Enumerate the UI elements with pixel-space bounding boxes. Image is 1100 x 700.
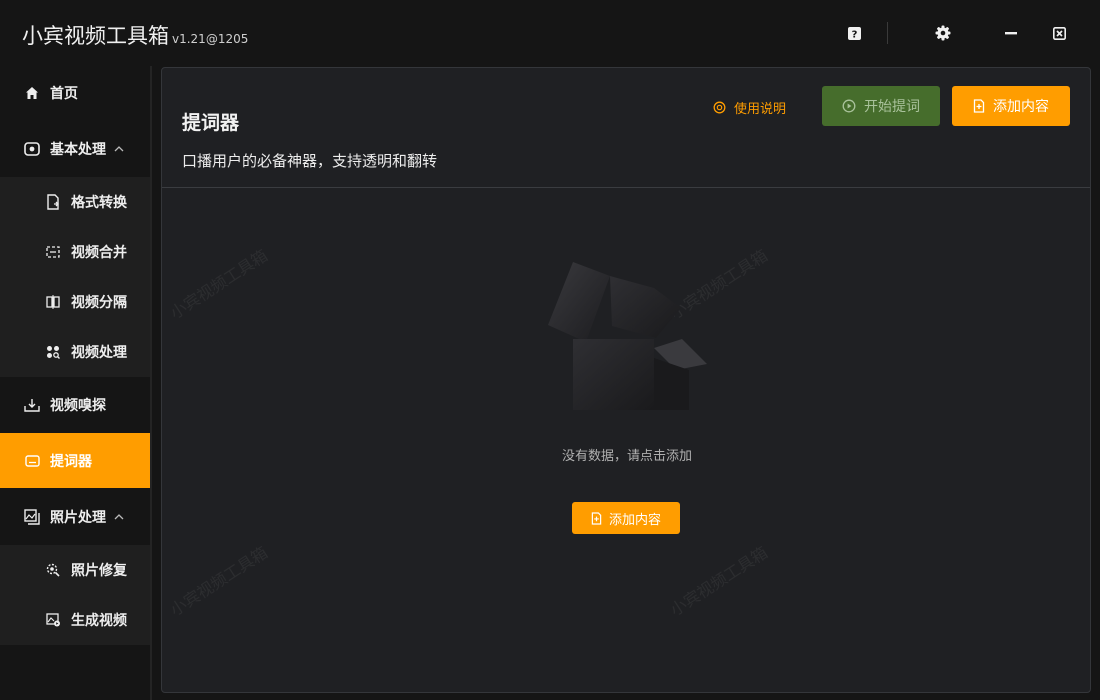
sidebar-item-format-convert[interactable]: 格式转换	[0, 177, 150, 227]
sidebar-item-photo-repair[interactable]: 照片修复	[0, 545, 150, 595]
sidebar-item-label: 视频嗅探	[50, 398, 106, 414]
sidebar-item-video-process[interactable]: 视频处理	[0, 327, 150, 377]
start-prompt-button[interactable]: 开始提词	[822, 86, 940, 126]
generate-video-icon	[45, 612, 61, 628]
watermark: 小宾视频工具箱	[166, 542, 271, 620]
split-icon	[45, 294, 61, 310]
svg-text:?: ?	[851, 29, 857, 40]
sidebar-item-label: 格式转换	[71, 195, 127, 211]
app-name: 小宾视频工具箱	[22, 24, 169, 48]
start-prompt-label: 开始提词	[864, 99, 920, 115]
sidebar-item-label: 视频分隔	[71, 295, 127, 311]
sidebar-divider	[150, 66, 152, 700]
minimize-icon	[1005, 32, 1017, 35]
sidebar-item-label: 生成视频	[71, 613, 127, 629]
page-subtitle: 口播用户的必备神器，支持透明和翻转	[182, 152, 438, 170]
sidebar-item-home[interactable]: 首页	[0, 66, 150, 120]
help-circle-icon	[713, 101, 726, 114]
sidebar-group-photo[interactable]: 照片处理	[0, 490, 150, 544]
sidebar-item-video-split[interactable]: 视频分隔	[0, 277, 150, 327]
close-button[interactable]	[1050, 24, 1068, 42]
header-divider	[162, 187, 1090, 188]
sidebar-item-label: 基本处理	[50, 142, 106, 158]
add-content-button[interactable]: 添加内容	[952, 86, 1070, 126]
sidebar-item-label: 提词器	[50, 453, 92, 470]
titlebar-separator	[887, 22, 888, 44]
sidebar-item-teleprompter[interactable]: 提词器	[0, 433, 150, 488]
help-link[interactable]: 使用说明	[713, 98, 786, 117]
sidebar-item-label: 视频处理	[71, 345, 127, 361]
add-content-center-label: 添加内容	[608, 512, 661, 528]
photo-icon	[24, 509, 40, 525]
file-convert-icon	[45, 194, 61, 210]
sidebar-group-basic[interactable]: 基本处理	[0, 122, 150, 176]
title-bar: 小宾视频工具箱 v1.21@1205 ?	[0, 0, 1100, 66]
settings-button[interactable]	[934, 24, 952, 42]
watermark: 小宾视频工具箱	[166, 245, 271, 323]
play-circle-icon	[842, 99, 856, 113]
sidebar-item-video-merge[interactable]: 视频合并	[0, 227, 150, 277]
sidebar-item-generate-video[interactable]: 生成视频	[0, 595, 150, 645]
gear-icon	[935, 25, 951, 41]
chevron-up-icon	[114, 143, 126, 155]
help-icon: ?	[847, 26, 861, 40]
add-content-button-center[interactable]: 添加内容	[572, 502, 680, 534]
sidebar-item-label: 照片修复	[71, 563, 127, 579]
sidebar-item-label: 照片处理	[50, 510, 106, 526]
home-icon	[24, 85, 40, 101]
app-version: v1.21@1205	[172, 32, 249, 46]
process-icon	[45, 344, 61, 360]
close-icon	[1052, 26, 1066, 40]
video-icon	[24, 141, 40, 157]
repair-icon	[45, 562, 61, 578]
minimize-button[interactable]	[1002, 24, 1020, 42]
empty-box-icon	[548, 262, 707, 410]
sidebar-item-label: 视频合并	[71, 245, 127, 261]
add-file-icon	[973, 99, 985, 113]
help-button[interactable]: ?	[845, 24, 863, 42]
sidebar: 首页 基本处理 格式转换 视频合并 视频分隔 视频处理 视频嗅探 提词器 照片处…	[0, 66, 150, 700]
add-content-label: 添加内容	[993, 99, 1049, 115]
add-file-icon	[591, 511, 602, 525]
download-icon	[24, 397, 40, 413]
help-link-label: 使用说明	[734, 102, 787, 117]
empty-state-text: 没有数据，请点击添加	[561, 449, 692, 464]
sidebar-item-label: 首页	[50, 86, 78, 102]
app-title: 小宾视频工具箱 v1.21@1205	[22, 20, 248, 50]
merge-icon	[45, 244, 61, 260]
watermark: 小宾视频工具箱	[666, 542, 771, 620]
monitor-icon	[24, 453, 40, 469]
teleprompter-panel: 小宾视频工具箱 小宾视频工具箱 小宾视频工具箱 小宾视频工具箱 提词器 口播用户…	[161, 67, 1091, 693]
chevron-up-icon	[114, 511, 126, 523]
sidebar-item-video-sniff[interactable]: 视频嗅探	[0, 377, 150, 433]
page-title: 提词器	[182, 112, 240, 134]
